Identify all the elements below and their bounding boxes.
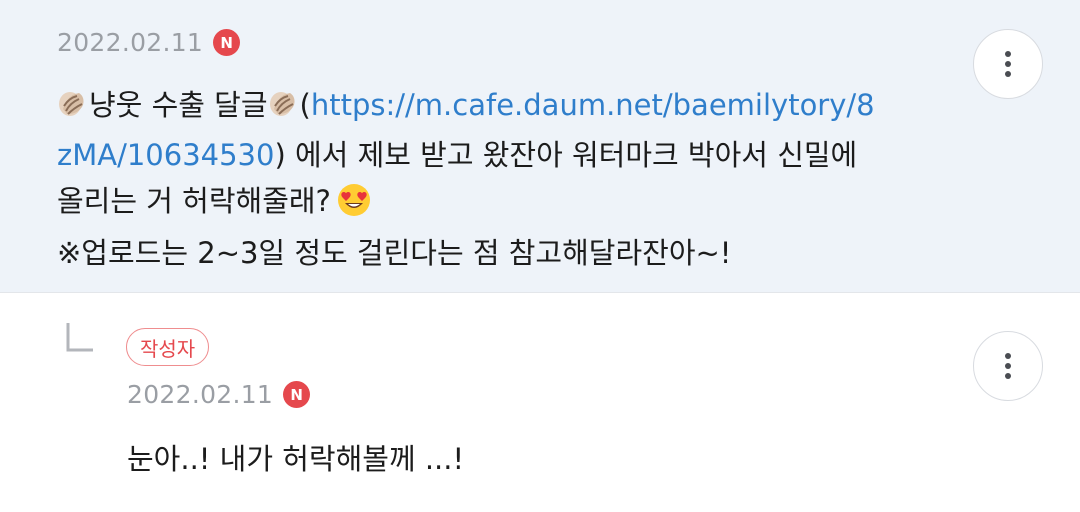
open-paren: ( [299,88,311,122]
reply-body: 눈아..! 내가 허락해볼께 ...! [127,442,465,476]
cafe-link[interactable]: https://m.cafe.daum.net/baemilytory/8 [311,88,875,122]
comment-line-3: 올리는 거 허락해줄래? [57,178,957,230]
comment-line-4: ※업로드는 2~3일 정도 걸린다는 점 참고해달라잔아~! [57,236,732,270]
more-vertical-icon [1005,51,1011,77]
comment-line-1-text: 냥웃 수출 달글 [89,88,268,122]
comment-line-1: 냥웃 수출 달글 (https://m.cafe.daum.net/baemil… [57,82,957,132]
comment-line-3-text: 올리는 거 허락해줄래? [57,184,331,218]
comment-body: 냥웃 수출 달글 (https://m.cafe.daum.net/baemil… [57,82,957,276]
comment-line-2: zMA/10634530) 에서 제보 받고 왔잔아 워터마크 박아서 신밀에 [57,132,957,178]
comment-line-2-text: ) 에서 제보 받고 왔잔아 워터마크 박아서 신밀에 [274,138,858,172]
author-badge: 작성자 [126,328,210,366]
spiral-shell-icon [268,86,300,132]
reply-corner-icon [66,323,93,352]
comment-date: 2022.02.11 [57,28,204,57]
reply-meta: 2022.02.11 N [127,380,311,409]
heart-eyes-emoji-icon [337,183,371,230]
reply-more-button[interactable] [973,331,1043,401]
comment-block: 2022.02.11 N 냥웃 수출 달글 (https://m.cafe.da… [0,0,1080,293]
reply-date: 2022.02.11 [127,380,274,409]
comment-more-button[interactable] [973,29,1043,99]
comment-meta: 2022.02.11 N [57,28,241,57]
more-vertical-icon [1005,353,1011,379]
new-badge: N [283,381,311,408]
cafe-link-continued[interactable]: zMA/10634530 [57,138,274,172]
new-badge: N [213,29,241,56]
spiral-shell-icon [57,86,89,132]
